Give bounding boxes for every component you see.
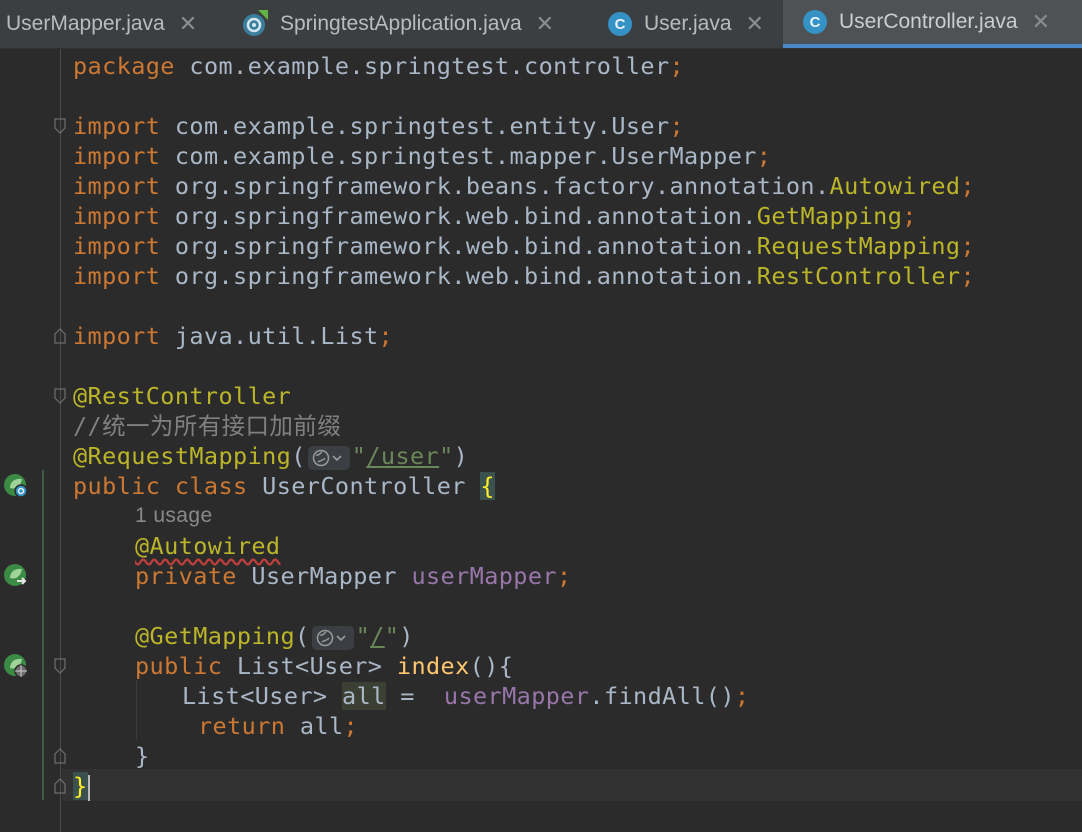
- code-line-import[interactable]: import java.util.List;: [73, 321, 393, 351]
- editor-tab-bar: UserMapper.java ✕ SpringtestApplication.…: [0, 0, 1082, 49]
- vcs-change-marker[interactable]: [42, 470, 44, 800]
- code-line-statement[interactable]: List<User> all = userMapper.findAll();: [182, 681, 749, 711]
- text-caret: [87, 774, 90, 801]
- fold-marker-icon[interactable]: [54, 748, 66, 764]
- code-line-import[interactable]: import org.springframework.web.bind.anno…: [73, 261, 975, 291]
- url-inlay-chip[interactable]: [307, 445, 350, 470]
- close-icon[interactable]: ✕: [746, 11, 764, 37]
- code-editor[interactable]: package com.example.springtest.controlle…: [73, 49, 1082, 832]
- code-line-comment[interactable]: //统一为所有接口加前缀: [73, 411, 341, 441]
- tab-label: UserController.java: [839, 10, 1018, 33]
- code-line-import[interactable]: import org.springframework.beans.factory…: [73, 171, 975, 201]
- editor-gutter: [0, 49, 62, 832]
- tab-usercontroller[interactable]: C UserController.java ✕: [783, 0, 1082, 48]
- tab-label: SpringtestApplication.java: [280, 12, 522, 35]
- code-line-class-decl[interactable]: public class UserController {: [73, 471, 495, 501]
- code-line-field[interactable]: private UserMapper userMapper;: [135, 561, 572, 591]
- fold-marker-icon[interactable]: [54, 658, 66, 674]
- fold-marker-icon[interactable]: [54, 118, 66, 134]
- close-icon[interactable]: ✕: [1032, 9, 1050, 35]
- tab-label: UserMapper.java: [6, 12, 165, 35]
- fold-marker-icon[interactable]: [54, 778, 66, 794]
- fold-marker-icon[interactable]: [54, 328, 66, 344]
- globe-icon: [316, 629, 346, 646]
- fold-marker-icon[interactable]: [54, 388, 66, 404]
- usage-hint[interactable]: 1 usage: [135, 501, 213, 531]
- code-line-import[interactable]: import org.springframework.web.bind.anno…: [73, 201, 917, 231]
- code-line-annotation[interactable]: @RequestMapping("/user"): [73, 441, 468, 471]
- class-file-icon: C: [803, 10, 827, 34]
- code-line-import[interactable]: import com.example.springtest.entity.Use…: [73, 111, 684, 141]
- code-line-return[interactable]: return all;: [198, 711, 358, 741]
- code-line-annotation[interactable]: @GetMapping("/"): [135, 621, 414, 651]
- code-line-close-brace[interactable]: }: [135, 741, 150, 771]
- code-line-annotation[interactable]: @Autowired: [135, 531, 280, 561]
- class-file-icon: C: [608, 12, 632, 36]
- gutter-divider: [60, 49, 61, 832]
- autowired-navigate-icon[interactable]: [2, 562, 30, 590]
- code-line-import[interactable]: import org.springframework.web.bind.anno…: [73, 231, 975, 261]
- url-inlay-chip[interactable]: [311, 625, 354, 650]
- code-line-class-close[interactable]: }: [73, 771, 90, 801]
- tab-usermapper[interactable]: UserMapper.java ✕: [6, 0, 197, 48]
- close-icon[interactable]: ✕: [179, 11, 197, 37]
- endpoint-globe-icon[interactable]: [2, 652, 30, 680]
- spring-boot-icon: [243, 10, 268, 36]
- code-line-method-decl[interactable]: public List<User> index(){: [135, 651, 513, 681]
- code-line-package[interactable]: package com.example.springtest.controlle…: [73, 51, 684, 81]
- globe-icon: [312, 449, 342, 466]
- code-line-annotation[interactable]: @RestController: [73, 381, 291, 411]
- spring-bean-icon[interactable]: [2, 472, 30, 500]
- tab-user[interactable]: C User.java ✕: [608, 0, 764, 48]
- tab-label: User.java: [644, 12, 732, 35]
- code-line-import[interactable]: import com.example.springtest.mapper.Use…: [73, 141, 771, 171]
- close-icon[interactable]: ✕: [536, 11, 554, 37]
- tab-springtestapplication[interactable]: SpringtestApplication.java ✕: [240, 0, 554, 48]
